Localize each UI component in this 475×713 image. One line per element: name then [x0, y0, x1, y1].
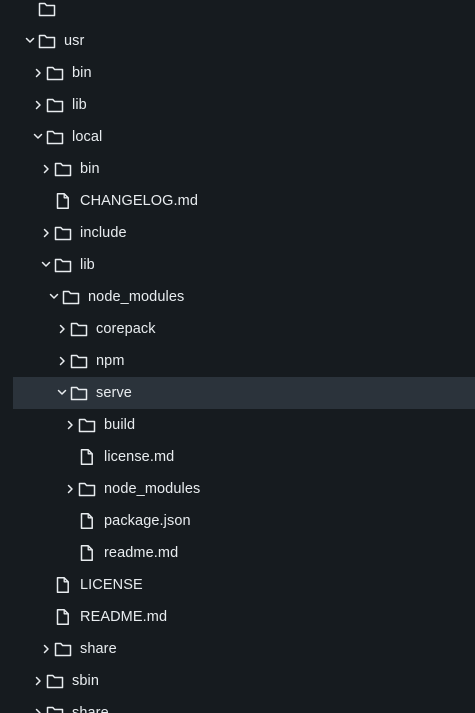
folder-icon [38, 33, 56, 49]
tree-row-npm[interactable]: npm [13, 345, 475, 377]
tree-item-label: usr [64, 33, 85, 49]
folder-icon [46, 65, 64, 81]
tree-row-bin[interactable]: bin [13, 153, 475, 185]
tree-item-label: lib [80, 257, 95, 273]
folder-icon [54, 225, 72, 241]
tree-item-label: build [104, 417, 136, 433]
chevron-right-icon[interactable] [31, 57, 45, 89]
folder-icon [46, 129, 64, 145]
tree-item-label: README.md [80, 609, 168, 625]
tree-item-label: node_modules [104, 481, 201, 497]
tree-row-lib[interactable]: lib [13, 89, 475, 121]
folder-icon [78, 417, 96, 433]
tree-item-label: readme.md [104, 545, 179, 561]
tree-row-usr[interactable]: usr [13, 25, 475, 57]
tree-item-label: include [80, 225, 127, 241]
tree-row-license-md[interactable]: license.md [13, 441, 475, 473]
tree-item-label: bin [72, 65, 92, 81]
tree-item-label: bin [80, 161, 100, 177]
tree-row-include[interactable]: include [13, 217, 475, 249]
tree-item-label: share [80, 641, 117, 657]
folder-icon [54, 257, 72, 273]
tree-row-sbin[interactable]: sbin [13, 665, 475, 697]
chevron-down-icon[interactable] [47, 281, 61, 313]
tree-row-bin[interactable]: bin [13, 57, 475, 89]
tree-row-readme-md[interactable]: README.md [13, 601, 475, 633]
folder-icon [46, 97, 64, 113]
tree-row-corepack[interactable]: corepack [13, 313, 475, 345]
tree-row-lib[interactable]: lib [13, 249, 475, 281]
tree-row-share[interactable]: share [13, 697, 475, 713]
chevron-right-icon[interactable] [39, 153, 53, 185]
tree-item-label: license.md [104, 449, 175, 465]
tree-item-label: package.json [104, 513, 191, 529]
chevron-down-icon[interactable] [31, 121, 45, 153]
tree-item-label: sbin [72, 673, 99, 689]
tree-item-label: local [72, 129, 103, 145]
chevron-right-icon[interactable] [31, 665, 45, 697]
tree-row-readme-md[interactable]: readme.md [13, 537, 475, 569]
file-icon [54, 577, 72, 593]
file-tree: usr bin lib local bin CHANGELOG.md include lib n… [13, 0, 475, 713]
tree-row-share[interactable]: share [13, 633, 475, 665]
folder-icon [38, 1, 56, 17]
tree-item-label: CHANGELOG.md [80, 193, 199, 209]
tree-item-label: npm [96, 353, 125, 369]
file-icon [78, 545, 96, 561]
chevron-right-icon[interactable] [39, 633, 53, 665]
chevron-right-icon[interactable] [55, 345, 69, 377]
chevron-right-icon[interactable] [55, 313, 69, 345]
tree-item-label: share [72, 705, 109, 713]
tree-row-serve[interactable]: serve [13, 377, 475, 409]
folder-icon [70, 353, 88, 369]
folder-icon [78, 481, 96, 497]
tree-item-label: node_modules [88, 289, 185, 305]
tree-row-build[interactable]: build [13, 409, 475, 441]
folder-icon [54, 641, 72, 657]
chevron-down-icon[interactable] [39, 249, 53, 281]
tree-row-root[interactable] [13, 0, 475, 25]
tree-row-node-modules[interactable]: node_modules [13, 281, 475, 313]
folder-icon [70, 321, 88, 337]
chevron-down-icon[interactable] [23, 25, 37, 57]
folder-icon [70, 385, 88, 401]
chevron-right-icon[interactable] [63, 473, 77, 505]
file-icon [54, 193, 72, 209]
tree-item-label: corepack [96, 321, 156, 337]
chevron-right-icon[interactable] [31, 89, 45, 121]
tree-item-label: LICENSE [80, 577, 143, 593]
chevron-right-icon[interactable] [63, 409, 77, 441]
chevron-right-icon[interactable] [31, 697, 45, 713]
tree-row-package-json[interactable]: package.json [13, 505, 475, 537]
chevron-right-icon[interactable] [39, 217, 53, 249]
folder-icon [46, 705, 64, 713]
folder-icon [54, 161, 72, 177]
folder-icon [46, 673, 64, 689]
tree-row-license[interactable]: LICENSE [13, 569, 475, 601]
folder-icon [62, 289, 80, 305]
file-icon [54, 609, 72, 625]
tree-row-local[interactable]: local [13, 121, 475, 153]
tree-item-label: serve [96, 385, 132, 401]
file-icon [78, 513, 96, 529]
file-icon [78, 449, 96, 465]
tree-row-node-modules[interactable]: node_modules [13, 473, 475, 505]
tree-item-label: lib [72, 97, 87, 113]
tree-row-changelog-md[interactable]: CHANGELOG.md [13, 185, 475, 217]
chevron-down-icon[interactable] [55, 377, 69, 409]
